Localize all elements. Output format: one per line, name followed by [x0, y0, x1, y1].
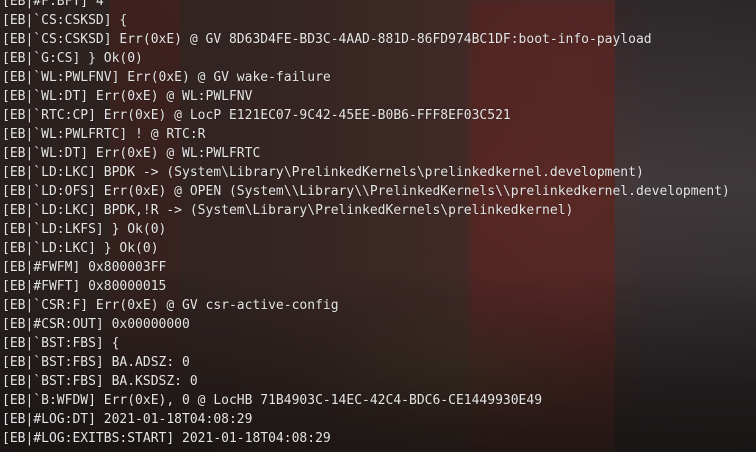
log-line: [EB|`LD:LKFS] } Ok(0)	[2, 222, 167, 237]
log-line: [EB|#FWFT] 0x80000015	[2, 279, 167, 294]
log-line: [EB|`LD:OFS] Err(0xE) @ OPEN (System\\Li…	[2, 184, 730, 199]
log-line: [EB|`G:CS] } Ok(0)	[2, 51, 143, 66]
log-line: [EB|#CSR:OUT] 0x00000000	[2, 317, 190, 332]
log-line: [EB|`B:WFDW] Err(0xE), 0 @ LocHB 71B4903…	[2, 393, 543, 408]
log-line: [EB|#LOG:EXITBS:START] 2021-01-18T04:08:…	[2, 431, 331, 446]
log-line: [EB|`BST:FBS] BA.KSDSZ: 0	[2, 374, 198, 389]
log-line: [EB|`RTC:CP] Err(0xE) @ LocP E121EC07-9C…	[2, 108, 511, 123]
log-line: [EB|`WL:DT] Err(0xE) @ WL:PWLFRTC	[2, 146, 261, 161]
log-line: [EB|`CSR:F] Err(0xE) @ GV csr-active-con…	[2, 298, 339, 313]
log-line: [EB|#FWFM] 0x800003FF	[2, 260, 167, 275]
log-line: [EB|`CS:CSKSD] {	[2, 13, 128, 28]
boot-log-console: [EB|#F:BFT] 4 [EB|`CS:CSKSD] { [EB|`CS:CSK…	[2, 0, 752, 448]
log-line: [EB|`BST:FBS] BA.ADSZ: 0	[2, 355, 190, 370]
log-line: [EB|#F:BFT] 4	[2, 0, 104, 9]
log-line: [EB|`LD:LKC] BPDK,!R -> (System\Library\…	[2, 203, 574, 218]
log-line: [EB|#LOG:DT] 2021-01-18T04:08:29	[2, 412, 253, 427]
log-line: [EB|`WL:DT] Err(0xE) @ WL:PWLFNV	[2, 89, 253, 104]
log-line: [EB|`WL:PWLFNV] Err(0xE) @ GV wake-failu…	[2, 70, 331, 85]
log-line: [EB|`CS:CSKSD] Err(0xE) @ GV 8D63D4FE-BD…	[2, 32, 652, 47]
log-line: [EB|`LD:LKC] } Ok(0)	[2, 241, 159, 256]
log-line: [EB|`BST:FBS] {	[2, 336, 120, 351]
log-line: [EB|`LD:LKC] BPDK -> (System\Library\Pre…	[2, 165, 644, 180]
log-line: [EB|`WL:PWLFRTC] ! @ RTC:R	[2, 127, 206, 142]
